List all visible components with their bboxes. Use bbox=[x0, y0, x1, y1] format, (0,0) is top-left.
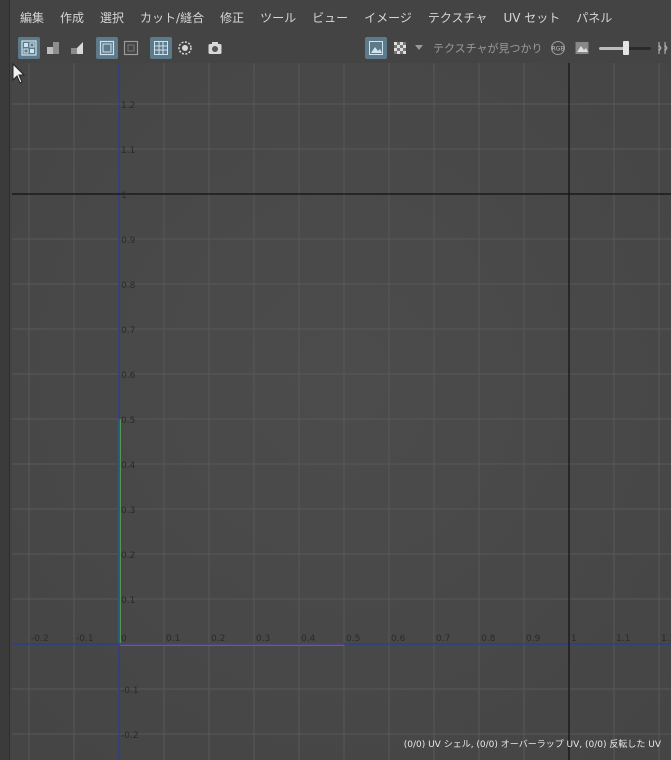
u-axis-label: 0.7 bbox=[436, 634, 450, 644]
v-axis-label: 0.5 bbox=[121, 416, 135, 426]
snapshot-button[interactable] bbox=[204, 37, 226, 59]
u-axis-label: 1.1 bbox=[616, 634, 630, 644]
image-icon bbox=[575, 42, 589, 54]
uv-viewport[interactable]: -0.2 -0.1 0 0.1 0.2 0.3 0.4 0.5 0.6 0.7 0.8 0.9 1 1.1… bbox=[12, 63, 671, 760]
v-axis-label: 1.2 bbox=[121, 101, 135, 111]
u-axis-label: 0.4 bbox=[301, 634, 316, 644]
menu-panels[interactable]: パネル bbox=[576, 9, 612, 26]
uv-shell-icon bbox=[21, 40, 37, 56]
menu-tools[interactable]: ツール bbox=[260, 9, 296, 26]
uv-editor-window: 編集 作成 選択 カット/縫合 修正 ツール ビュー イメージ テクスチャ UV… bbox=[0, 0, 671, 760]
left-panel-edge bbox=[0, 0, 10, 760]
chevron-down-icon bbox=[415, 45, 423, 50]
v-axis-label: 0.2 bbox=[121, 551, 135, 561]
grid-button[interactable] bbox=[150, 37, 172, 59]
snapshot-icon bbox=[208, 42, 222, 54]
u-axis-label: 0.2 bbox=[211, 634, 225, 644]
menu-textures[interactable]: テクスチャ bbox=[428, 9, 488, 26]
viewport-background bbox=[12, 63, 671, 760]
border-icon bbox=[123, 40, 139, 56]
border-button[interactable] bbox=[120, 37, 142, 59]
u-axis-label: 0.6 bbox=[391, 634, 406, 644]
texture-selector[interactable]: テクスチャが見つかり… bbox=[429, 38, 541, 58]
wireframe-icon bbox=[99, 40, 115, 56]
menu-modify[interactable]: 修正 bbox=[220, 9, 244, 26]
display-image-icon bbox=[369, 41, 383, 55]
wireframe-button[interactable] bbox=[96, 37, 118, 59]
more-icon bbox=[658, 42, 668, 54]
u-axis-label: 0.9 bbox=[526, 634, 541, 644]
svg-text:RGB: RGB bbox=[552, 46, 565, 53]
uv-grid[interactable]: -0.2 -0.1 0 0.1 0.2 0.3 0.4 0.5 0.6 0.7 0.8 0.9 1 1.1… bbox=[12, 63, 671, 760]
menu-bar: 編集 作成 選択 カット/縫合 修正 ツール ビュー イメージ テクスチャ UV… bbox=[10, 0, 671, 34]
u-axis-label: 0.3 bbox=[256, 634, 270, 644]
shaded-icon bbox=[71, 42, 83, 54]
u-axis-label: -0.2 bbox=[31, 634, 49, 644]
u-axis-label: -0.1 bbox=[76, 634, 94, 644]
v-axis-label: 0.7 bbox=[121, 326, 135, 336]
v-axis-label: 0.4 bbox=[121, 461, 136, 471]
image-options-dropdown[interactable] bbox=[413, 37, 425, 59]
uv-status-text: (0/0) UV シェル, (0/0) オーバーラップ UV, (0/0) 反転… bbox=[403, 740, 661, 750]
u-axis-label: 0.5 bbox=[346, 634, 360, 644]
u-axis-label: 1 bbox=[571, 634, 577, 644]
v-axis-label: -0.2 bbox=[121, 731, 139, 741]
menu-image[interactable]: イメージ bbox=[364, 9, 412, 26]
slider-thumb[interactable] bbox=[623, 41, 630, 55]
v-axis-label: 1 bbox=[121, 191, 127, 201]
v-axis-label: 0.8 bbox=[121, 281, 136, 291]
toolbar: テクスチャが見つかり… RGB bbox=[10, 34, 671, 62]
distortion-button[interactable] bbox=[174, 37, 196, 59]
checker-button[interactable] bbox=[389, 37, 411, 59]
v-axis-label: -0.1 bbox=[121, 686, 139, 696]
rgb-channel-button[interactable]: RGB bbox=[547, 37, 569, 59]
menu-edit[interactable]: 編集 bbox=[20, 9, 44, 26]
u-axis-label: 0.8 bbox=[481, 634, 496, 644]
more-options-button[interactable] bbox=[655, 37, 669, 59]
checker-icon bbox=[394, 42, 406, 54]
menu-select[interactable]: 選択 bbox=[100, 9, 124, 26]
v-axis-label: 0.6 bbox=[121, 371, 136, 381]
rgb-channel-icon: RGB bbox=[551, 41, 565, 55]
u-axis-label: 0.1 bbox=[166, 634, 180, 644]
u-axis-label: 1.2 bbox=[661, 634, 671, 644]
mouse-cursor-icon bbox=[12, 63, 26, 84]
v-axis-label: 0.9 bbox=[121, 236, 136, 246]
menu-uv-sets[interactable]: UV セット bbox=[503, 9, 560, 26]
backface-icon bbox=[47, 42, 59, 54]
v-axis-label: 1.1 bbox=[121, 146, 135, 156]
backface-button[interactable] bbox=[42, 37, 64, 59]
uv-shell-button[interactable] bbox=[18, 37, 40, 59]
menu-create[interactable]: 作成 bbox=[60, 9, 84, 26]
distortion-icon bbox=[178, 41, 192, 55]
shaded-button[interactable] bbox=[66, 37, 88, 59]
v-axis-label: 0.1 bbox=[121, 596, 135, 606]
menu-view[interactable]: ビュー bbox=[312, 9, 348, 26]
exposure-slider[interactable] bbox=[599, 38, 651, 58]
grid-icon bbox=[154, 41, 168, 55]
image-button[interactable] bbox=[571, 37, 593, 59]
display-image-button[interactable] bbox=[365, 37, 387, 59]
menu-cut-sew[interactable]: カット/縫合 bbox=[140, 9, 204, 26]
u-axis-label: 0 bbox=[121, 634, 127, 644]
v-axis-label: 0.3 bbox=[121, 506, 135, 516]
